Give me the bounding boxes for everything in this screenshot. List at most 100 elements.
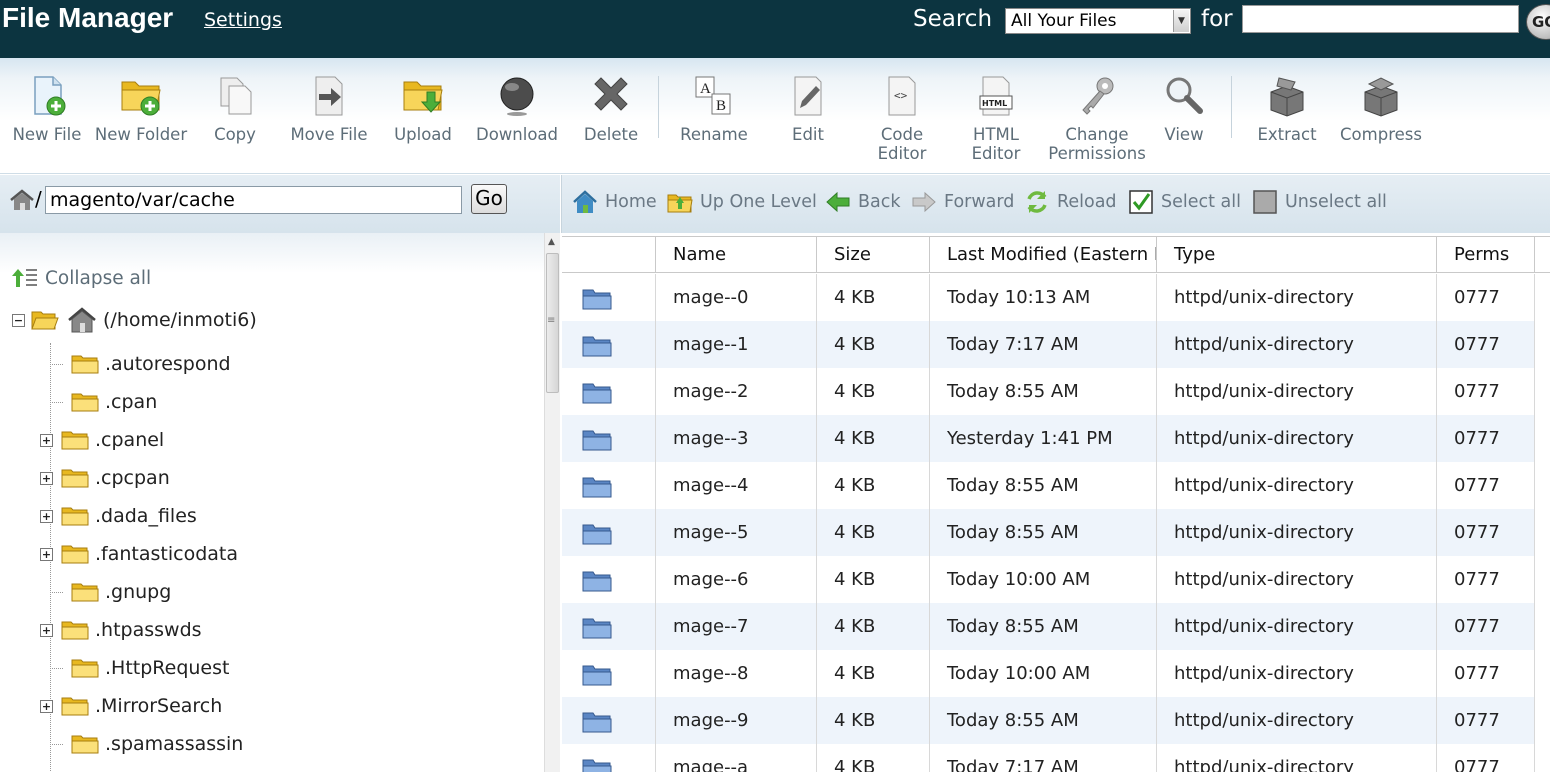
file-perms-cell[interactable]: 0777 [1437,274,1535,321]
column-header-type[interactable]: Type [1157,237,1437,273]
view-button[interactable]: View [1137,74,1231,144]
back-button[interactable]: Back [825,189,901,215]
upload-button[interactable]: Upload [376,74,470,144]
column-header-name[interactable]: Name [656,237,817,273]
file-perms-cell[interactable]: 0777 [1437,415,1535,462]
tree-item[interactable]: + .cpcpan [40,463,170,493]
file-name-cell[interactable]: mage--2 [656,368,817,415]
expand-icon[interactable]: + [40,623,53,637]
table-row[interactable]: mage--2 4 KB Today 8:55 AM httpd/unix-direc… [562,368,1535,415]
file-perms-cell[interactable]: 0777 [1437,697,1535,744]
table-row[interactable]: mage--9 4 KB Today 8:55 AM httpd/unix-direc… [562,697,1535,744]
collapse-icon[interactable]: − [12,313,25,327]
tree-item[interactable]: .autorespond [40,349,231,379]
expand-icon[interactable]: + [40,433,53,447]
column-header-size[interactable]: Size [817,237,930,273]
forward-button[interactable]: Forward [911,189,1014,215]
reload-button[interactable]: Reload [1024,189,1117,215]
file-perms-cell[interactable]: 0777 [1437,650,1535,697]
tree-item[interactable]: + .cpanel [40,425,164,455]
folder-icon [71,659,99,678]
table-row[interactable]: mage--4 4 KB Today 8:55 AM httpd/unix-direc… [562,462,1535,509]
file-perms-cell[interactable]: 0777 [1437,321,1535,368]
file-perms-cell[interactable]: 0777 [1437,462,1535,509]
file-name-cell[interactable]: mage--6 [656,556,817,603]
table-row[interactable]: mage--6 4 KB Today 10:00 AM httpd/unix-dire… [562,556,1535,603]
table-row[interactable]: mage--0 4 KB Today 10:13 AM httpd/unix-dire… [562,274,1535,321]
tree-item[interactable]: + .htpasswds [40,615,202,645]
app-title: File Manager [2,2,174,33]
change-permissions-button[interactable]: Change Permissions [1043,74,1151,163]
edit-button[interactable]: Edit [761,74,855,144]
expand-icon[interactable]: + [40,509,53,523]
view-label: View [1164,125,1204,144]
tree-item[interactable]: .HttpRequest [40,653,229,683]
search-input[interactable] [1242,5,1519,33]
scroll-up-icon[interactable]: ▲ [548,237,555,247]
new-file-label: New File [12,125,82,144]
tree-item[interactable]: .gnupg [40,577,171,607]
tree-item[interactable]: .cpan [40,387,157,417]
table-row[interactable]: mage--5 4 KB Today 8:55 AM httpd/unix-direc… [562,509,1535,556]
file-name-cell[interactable]: mage--7 [656,603,817,650]
expand-icon[interactable]: + [40,471,53,485]
file-perms-cell[interactable]: 0777 [1437,744,1535,772]
up-one-level-button[interactable]: Up One Level [667,189,817,215]
code-editor-button[interactable]: <> Code Editor [855,74,949,163]
table-row[interactable]: mage--7 4 KB Today 8:55 AM httpd/unix-direc… [562,603,1535,650]
tree-connector [50,743,63,745]
table-row[interactable]: mage--8 4 KB Today 10:00 AM httpd/unix-dire… [562,650,1535,697]
tree-scrollbar[interactable]: ▲ ≡ [544,233,560,772]
new-file-button[interactable]: New File [0,74,94,144]
expand-icon[interactable]: + [40,699,53,713]
home-label: Home [605,192,657,212]
compress-button[interactable]: Compress [1334,74,1428,144]
file-perms-cell[interactable]: 0777 [1437,556,1535,603]
rename-button[interactable]: A B Rename [667,74,761,144]
settings-link[interactable]: Settings [204,9,282,31]
path-input[interactable] [45,186,462,214]
column-header-perms[interactable]: Perms [1437,237,1535,273]
tree-item[interactable]: + .fantasticodata [40,539,238,569]
delete-button[interactable]: Delete [564,74,658,144]
file-perms-cell[interactable]: 0777 [1437,603,1535,650]
file-perms-cell[interactable]: 0777 [1437,368,1535,415]
table-row[interactable]: mage--3 4 KB Yesterday 1:41 PM httpd/unix-d… [562,415,1535,462]
tree-item[interactable]: .spamassassin [40,729,243,759]
download-button[interactable]: Download [470,74,564,144]
move-file-button[interactable]: Move File [282,74,376,144]
file-name-cell[interactable]: mage--1 [656,321,817,368]
file-name-cell[interactable]: mage--9 [656,697,817,744]
select-all-button[interactable]: Select all [1128,189,1241,215]
collapse-all-button[interactable]: Collapse all [12,267,151,289]
tree-item[interactable]: + .dada_files [40,501,197,531]
column-header-modified[interactable]: Last Modified (Eastern D [930,237,1157,273]
expand-icon[interactable]: + [40,547,53,561]
table-row[interactable]: mage--1 4 KB Today 7:17 AM httpd/unix-direc… [562,321,1535,368]
home-button[interactable]: Home [572,189,657,215]
file-perms-cell[interactable]: 0777 [1437,509,1535,556]
file-name-cell[interactable]: mage--3 [656,415,817,462]
file-type-cell: httpd/unix-directory [1157,368,1437,415]
copy-button[interactable]: Copy [188,74,282,144]
extract-button[interactable]: Extract [1240,74,1334,144]
file-type-cell: httpd/unix-directory [1157,415,1437,462]
folder-icon [71,735,99,754]
html-editor-button[interactable]: HTML HTML Editor [949,74,1043,163]
row-icon-cell [562,415,656,462]
file-name-cell[interactable]: mage--4 [656,462,817,509]
search-scope-select[interactable]: All Your Files ▼ [1005,8,1191,34]
tree-item[interactable]: + .MirrorSearch [40,691,222,721]
new-folder-button[interactable]: New Folder [94,74,188,144]
path-go-button[interactable]: Go [471,184,507,214]
file-name-cell[interactable]: mage--5 [656,509,817,556]
file-modified-cell: Today 7:17 AM [930,744,1157,772]
tree-root[interactable]: − (/home/inmoti6) [12,307,257,333]
search-go-button[interactable]: GO [1526,4,1550,40]
table-row[interactable]: mage--a 4 KB Today 7:17 AM httpd/unix-direc… [562,744,1535,772]
chevron-down-icon[interactable]: ▼ [1173,10,1189,32]
file-name-cell[interactable]: mage--a [656,744,817,772]
file-name-cell[interactable]: mage--8 [656,650,817,697]
unselect-all-button[interactable]: Unselect all [1252,189,1387,215]
file-name-cell[interactable]: mage--0 [656,274,817,321]
